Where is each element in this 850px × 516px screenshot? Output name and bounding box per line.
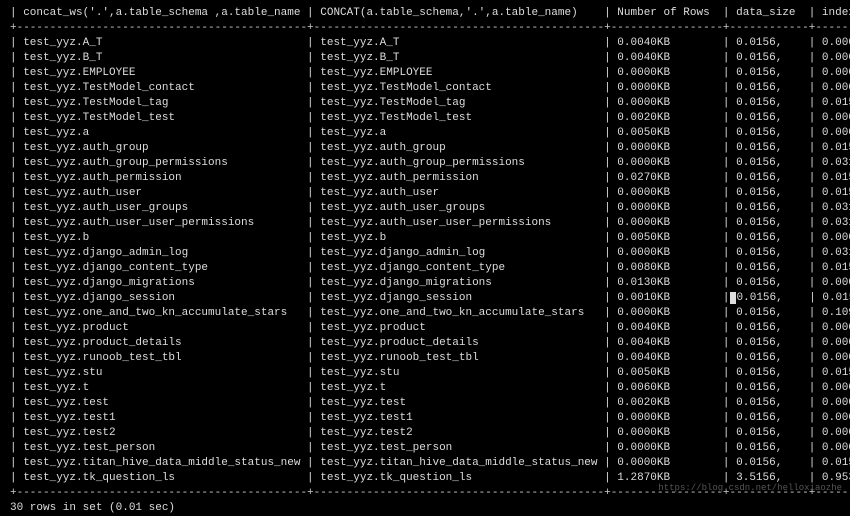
table-row: | test_yyz.TestModel_contact | test_yyz.… bbox=[10, 81, 840, 96]
table-row: | test_yyz.B_T | test_yyz.B_T | 0.0040KB… bbox=[10, 51, 840, 66]
separator: +---------------------------------------… bbox=[10, 21, 840, 36]
table-row: | test_yyz.test_person | test_yyz.test_p… bbox=[10, 441, 840, 456]
table-row: | test_yyz.a | test_yyz.a | 0.0050KB | 0… bbox=[10, 126, 840, 141]
table-row: | test_yyz.django_content_type | test_yy… bbox=[10, 261, 840, 276]
table-row: | test_yyz.product | test_yyz.product | … bbox=[10, 321, 840, 336]
table-row: | test_yyz.test1 | test_yyz.test1 | 0.00… bbox=[10, 411, 840, 426]
table-row: | test_yyz.django_migrations | test_yyz.… bbox=[10, 276, 840, 291]
table-row: | test_yyz.auth_user | test_yyz.auth_use… bbox=[10, 186, 840, 201]
table-row: | test_yyz.auth_user_user_permissions | … bbox=[10, 216, 840, 231]
table-row: | test_yyz.one_and_two_kn_accumulate_sta… bbox=[10, 306, 840, 321]
table-row: | test_yyz.t | test_yyz.t | 0.0060KB | 0… bbox=[10, 381, 840, 396]
status-text: 30 rows in set (0.01 sec) bbox=[10, 501, 840, 516]
table-row: | test_yyz.django_session | test_yyz.dja… bbox=[10, 291, 840, 306]
table-row: | test_yyz.runoob_test_tbl | test_yyz.ru… bbox=[10, 351, 840, 366]
table-row: | test_yyz.TestModel_tag | test_yyz.Test… bbox=[10, 96, 840, 111]
table-row: | test_yyz.titan_hive_data_middle_status… bbox=[10, 456, 840, 471]
table-row: | test_yyz.auth_user_groups | test_yyz.a… bbox=[10, 201, 840, 216]
text-cursor bbox=[730, 292, 736, 304]
table-row: | test_yyz.django_admin_log | test_yyz.d… bbox=[10, 246, 840, 261]
table-header: | concat_ws('.',a.table_schema ,a.table_… bbox=[10, 6, 840, 21]
table-row: | test_yyz.auth_group_permissions | test… bbox=[10, 156, 840, 171]
table-row: | test_yyz.auth_permission | test_yyz.au… bbox=[10, 171, 840, 186]
table-row: | test_yyz.b | test_yyz.b | 0.0050KB | 0… bbox=[10, 231, 840, 246]
table-row: | test_yyz.auth_group | test_yyz.auth_gr… bbox=[10, 141, 840, 156]
sql-result-table: | concat_ws('.',a.table_schema ,a.table_… bbox=[10, 6, 840, 516]
source-link: https://blog.csdn.net/helloxiaozhe bbox=[658, 481, 842, 496]
table-row: | test_yyz.EMPLOYEE | test_yyz.EMPLOYEE … bbox=[10, 66, 840, 81]
table-row: | test_yyz.A_T | test_yyz.A_T | 0.0040KB… bbox=[10, 36, 840, 51]
table-row: | test_yyz.product_details | test_yyz.pr… bbox=[10, 336, 840, 351]
table-row: | test_yyz.TestModel_test | test_yyz.Tes… bbox=[10, 111, 840, 126]
table-row: | test_yyz.test2 | test_yyz.test2 | 0.00… bbox=[10, 426, 840, 441]
table-row: | test_yyz.test | test_yyz.test | 0.0020… bbox=[10, 396, 840, 411]
table-row: | test_yyz.stu | test_yyz.stu | 0.0050KB… bbox=[10, 366, 840, 381]
